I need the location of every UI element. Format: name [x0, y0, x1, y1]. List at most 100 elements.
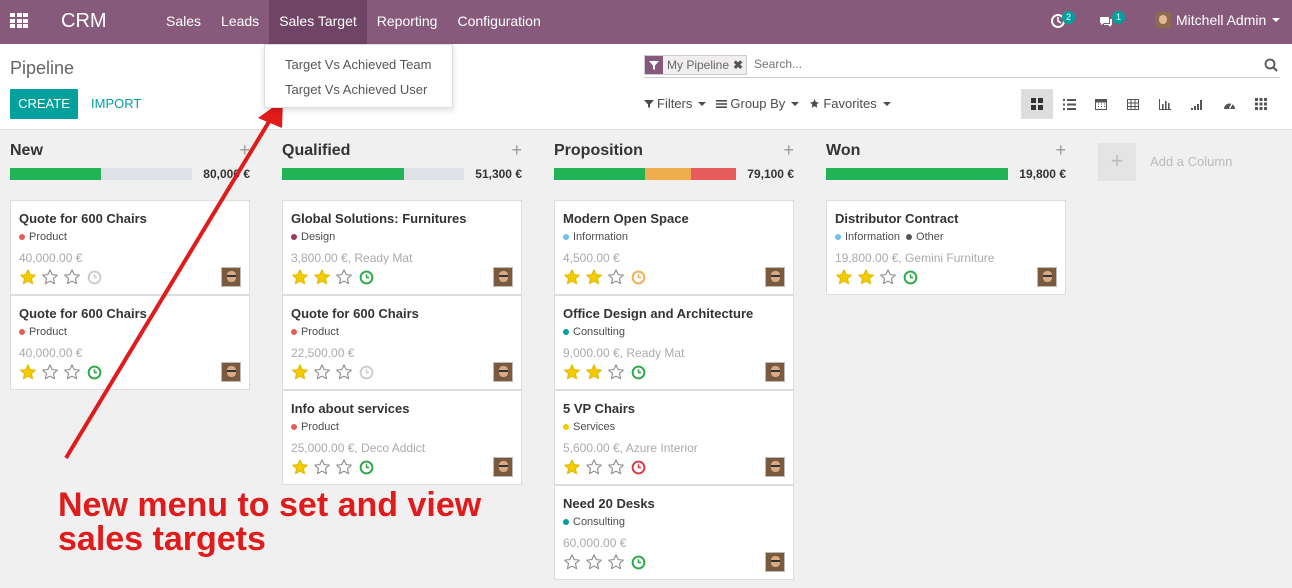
list-view-icon[interactable]	[1053, 89, 1085, 119]
activity-clock-icon[interactable]	[631, 270, 646, 285]
quick-create-plus-icon[interactable]: +	[511, 140, 522, 161]
priority-star-icon[interactable]	[585, 363, 603, 381]
kanban-card[interactable]: Distributor Contract Information Other 19,8…	[826, 200, 1066, 295]
priority-star-icon[interactable]	[563, 268, 581, 286]
priority-star-icon[interactable]	[313, 268, 331, 286]
menu-target-vs-achieved-team[interactable]: Target Vs Achieved Team	[285, 57, 431, 72]
priority-star-icon[interactable]	[291, 458, 309, 476]
priority-star-icon[interactable]	[607, 553, 625, 571]
priority-star-icon[interactable]	[63, 268, 81, 286]
priority-star-icon[interactable]	[857, 268, 875, 286]
kanban-card[interactable]: Info about services Product 25,000.00 €, D…	[282, 390, 522, 485]
create-button[interactable]: CREATE	[10, 89, 78, 119]
column-progress-bar[interactable]	[826, 168, 1008, 180]
priority-star-icon[interactable]	[563, 553, 581, 571]
priority-star-icon[interactable]	[835, 268, 853, 286]
progress-segment[interactable]	[826, 168, 1008, 180]
progress-segment[interactable]	[554, 168, 645, 180]
kanban-card[interactable]: Need 20 Desks Consulting 60,000.00 €	[554, 485, 794, 580]
priority-star-icon[interactable]	[563, 458, 581, 476]
priority-star-icon[interactable]	[313, 458, 331, 476]
graph-view-icon[interactable]	[1149, 89, 1181, 119]
priority-star-icon[interactable]	[335, 458, 353, 476]
search-facet: My Pipeline ✖	[644, 55, 748, 75]
activity-clock-icon[interactable]	[87, 270, 102, 285]
calendar-view-icon[interactable]	[1085, 89, 1117, 119]
kanban-card[interactable]: Quote for 600 Chairs Product 40,000.00 €	[10, 200, 250, 295]
priority-star-icon[interactable]	[607, 363, 625, 381]
priority-star-icon[interactable]	[607, 268, 625, 286]
priority-star-icon[interactable]	[585, 268, 603, 286]
favorites-dropdown[interactable]: Favorites	[809, 96, 891, 111]
tag-label: Consulting	[573, 326, 625, 338]
activity-clock-icon[interactable]	[359, 460, 374, 475]
import-button[interactable]: IMPORT	[91, 89, 141, 119]
kanban-card[interactable]: 5 VP Chairs Services 5,600.00 €, Azure Int…	[554, 390, 794, 485]
menu-leads[interactable]: Leads	[211, 0, 269, 44]
tag: Consulting	[563, 326, 625, 338]
pivot-view-icon[interactable]	[1117, 89, 1149, 119]
menu-target-vs-achieved-user[interactable]: Target Vs Achieved User	[285, 82, 427, 97]
priority-star-icon[interactable]	[335, 268, 353, 286]
priority-star-icon[interactable]	[41, 363, 59, 381]
priority-star-icon[interactable]	[335, 363, 353, 381]
column-progress-bar[interactable]	[554, 168, 736, 180]
menu-reporting[interactable]: Reporting	[367, 0, 448, 44]
filters-dropdown[interactable]: Filters	[644, 96, 707, 111]
menu-sales[interactable]: Sales	[156, 0, 211, 44]
user-menu[interactable]: Mitchell Admin	[1155, 12, 1281, 28]
priority-star-icon[interactable]	[41, 268, 59, 286]
groupby-dropdown[interactable]: Group By	[716, 96, 800, 111]
priority-star-icon[interactable]	[563, 363, 581, 381]
map-grid-view-icon[interactable]	[1245, 89, 1277, 119]
card-title: 5 VP Chairs	[563, 401, 636, 416]
facet-remove-icon[interactable]: ✖	[733, 56, 747, 74]
priority-star-icon[interactable]	[607, 458, 625, 476]
kanban-card[interactable]: Global Solutions: Furnitures Design 3,800.…	[282, 200, 522, 295]
card-amount: 60,000.00 €	[563, 536, 627, 550]
column-progress-bar[interactable]	[10, 168, 192, 180]
progress-segment[interactable]	[690, 168, 736, 180]
progress-segment[interactable]	[10, 168, 101, 180]
priority-star-icon[interactable]	[879, 268, 897, 286]
add-column-label[interactable]: Add a Column	[1150, 154, 1232, 169]
activity-clock-icon[interactable]	[903, 270, 918, 285]
activity-clock-icon[interactable]	[631, 555, 646, 570]
priority-star-icon[interactable]	[291, 363, 309, 381]
priority-star-icon[interactable]	[313, 363, 331, 381]
kanban-card[interactable]: Office Design and Architecture Consulting…	[554, 295, 794, 390]
activity-clock-icon[interactable]	[631, 365, 646, 380]
cohort-view-icon[interactable]	[1181, 89, 1213, 119]
column-progress-bar[interactable]	[282, 168, 464, 180]
activity-clock-icon[interactable]	[359, 270, 374, 285]
progress-segment[interactable]	[282, 168, 404, 180]
search-icon[interactable]	[1264, 58, 1278, 72]
quick-create-plus-icon[interactable]: +	[239, 140, 250, 161]
search-options: Filters Group By Favorites	[644, 96, 901, 111]
kanban-card[interactable]: Modern Open Space Information 4,500.00 €	[554, 200, 794, 295]
priority-star-icon[interactable]	[291, 268, 309, 286]
quick-create-plus-icon[interactable]: +	[783, 140, 794, 161]
priority-star-icon[interactable]	[19, 268, 37, 286]
kanban-card[interactable]: Quote for 600 Chairs Product 40,000.00 €	[10, 295, 250, 390]
kanban-view-icon[interactable]	[1021, 89, 1053, 119]
menu-sales-target[interactable]: Sales Target	[269, 0, 367, 44]
priority-star-icon[interactable]	[585, 553, 603, 571]
menu-configuration[interactable]: Configuration	[447, 0, 550, 44]
priority-star-icon[interactable]	[585, 458, 603, 476]
activity-clock-icon[interactable]	[631, 460, 646, 475]
activity-clock-icon[interactable]	[359, 365, 374, 380]
activity-clock-icon[interactable]	[87, 365, 102, 380]
activity-badge: 2	[1062, 11, 1076, 24]
progress-segment[interactable]	[645, 168, 691, 180]
add-column-button[interactable]: +	[1098, 143, 1136, 181]
quick-create-plus-icon[interactable]: +	[1055, 140, 1066, 161]
tag-color-dot	[563, 329, 569, 335]
priority-star-icon[interactable]	[63, 363, 81, 381]
apps-menu-icon[interactable]	[10, 13, 28, 29]
kanban-card[interactable]: Quote for 600 Chairs Product 22,500.00 €	[282, 295, 522, 390]
search-input[interactable]	[754, 57, 1234, 71]
priority-star-icon[interactable]	[19, 363, 37, 381]
app-brand[interactable]: CRM	[61, 10, 107, 33]
dashboard-view-icon[interactable]	[1213, 89, 1245, 119]
